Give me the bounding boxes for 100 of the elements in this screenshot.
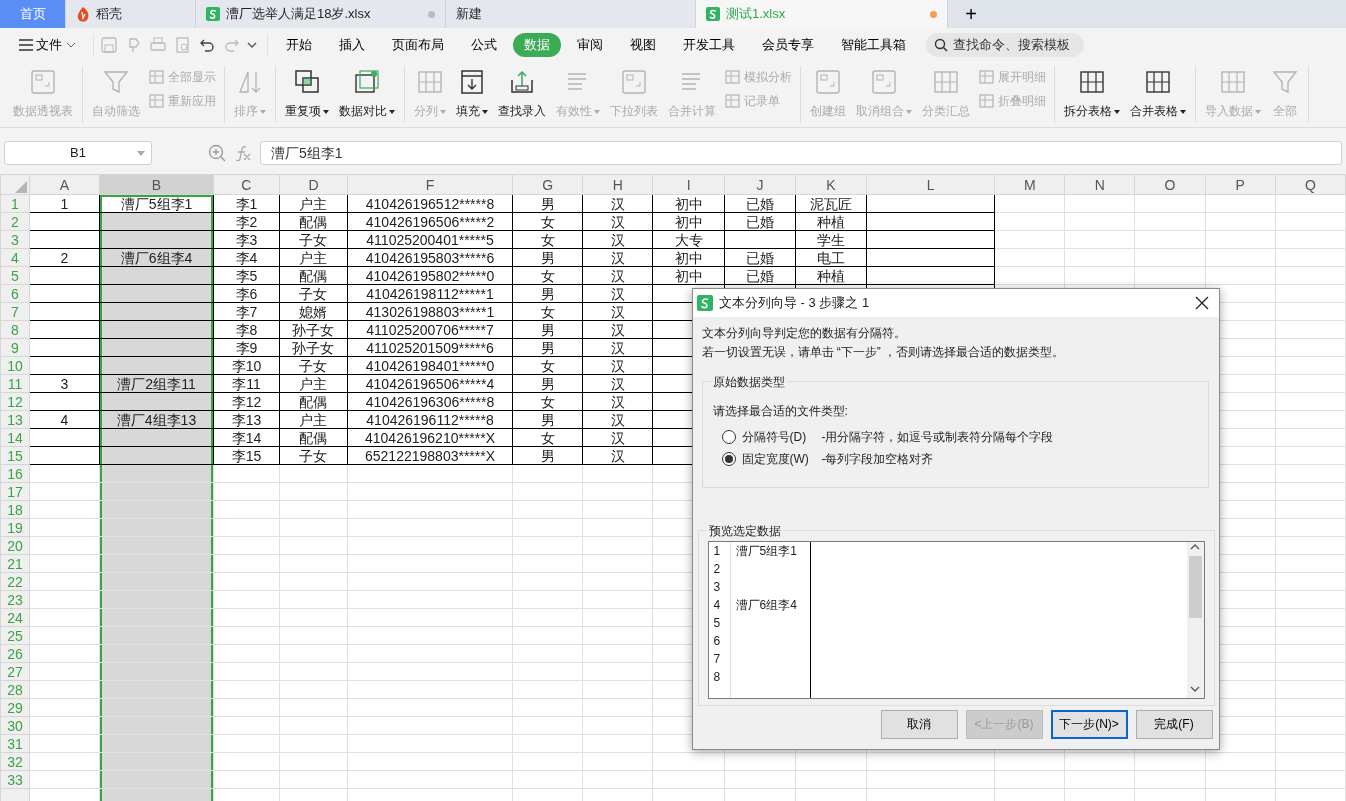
- column-header[interactable]: P: [1205, 174, 1276, 195]
- table-cell: 男: [512, 284, 583, 303]
- table-cell: 410426196506*****2: [347, 212, 513, 231]
- radio-button[interactable]: [721, 451, 736, 466]
- table-cell: 汉: [582, 230, 653, 249]
- save-icon: [100, 36, 119, 54]
- table-cell: 411025200706*****7: [347, 320, 513, 339]
- column-header[interactable]: O: [1134, 174, 1206, 195]
- ribbon-tab[interactable]: 开始: [274, 33, 323, 57]
- down-arrow-box-icon: [458, 68, 486, 96]
- line-number: 8: [713, 668, 722, 686]
- spreadsheet-icon: [697, 295, 713, 311]
- column-header[interactable]: I: [653, 174, 725, 195]
- table-cell: 泥瓦匠: [795, 194, 867, 213]
- ribbon-tab[interactable]: 会员专享: [750, 33, 825, 57]
- caret-button[interactable]: [247, 42, 258, 48]
- table-cell: 汉: [582, 392, 653, 411]
- toolbar-button[interactable]: 重复项: [282, 66, 332, 122]
- window-tab[interactable]: 新建: [446, 0, 696, 28]
- option-label[interactable]: 固定宽度(W): [741, 449, 812, 468]
- column-header[interactable]: L: [866, 174, 995, 195]
- save-button[interactable]: [100, 36, 119, 54]
- column-header[interactable]: M: [994, 174, 1065, 195]
- table-cell: 男: [512, 446, 583, 465]
- column-header[interactable]: F: [347, 174, 513, 195]
- table-icon: [149, 93, 165, 109]
- ribbon-tab[interactable]: 开发工具: [671, 33, 746, 57]
- dialog-title: 文本分列向导 - 3 步骤之 1: [719, 294, 870, 313]
- table-cell: 411025201509*****6: [347, 338, 513, 357]
- file-menu[interactable]: 文件: [8, 33, 87, 57]
- print-button[interactable]: [149, 36, 168, 54]
- window-tab[interactable]: 首页: [0, 0, 66, 28]
- table-cell: 李8: [213, 320, 280, 339]
- scroll-down-icon: [1190, 685, 1200, 694]
- preview-button[interactable]: [173, 36, 192, 54]
- column-header[interactable]: J: [724, 174, 796, 195]
- table-cell: 汉: [582, 194, 653, 213]
- table-cell: 男: [512, 410, 583, 429]
- column-header[interactable]: N: [1064, 174, 1135, 195]
- option-label[interactable]: 分隔符号(D): [741, 427, 812, 446]
- column-header[interactable]: Q: [1275, 174, 1346, 195]
- column-header[interactable]: D: [279, 174, 348, 195]
- table-cell: 汉: [582, 284, 653, 303]
- table-cell: 汉: [582, 410, 653, 429]
- window-tab[interactable]: 测试1.xlsx: [696, 0, 948, 28]
- funnel-icon: [102, 68, 130, 96]
- column-header[interactable]: C: [213, 174, 280, 195]
- dialog-button[interactable]: 下一步(N)>: [1050, 709, 1128, 739]
- formula-field[interactable]: 漕厂5组李1: [260, 141, 1342, 165]
- toolbar-button[interactable]: 合并表格: [1127, 66, 1189, 122]
- table-cell: 汉: [582, 356, 653, 375]
- table-cell: 子女: [279, 230, 348, 249]
- new-tab-button[interactable]: +: [948, 0, 994, 28]
- toolbar-button[interactable]: 数据对比: [336, 66, 398, 122]
- flame-icon: [76, 6, 90, 22]
- window-tab[interactable]: 漕厂选举人满足18岁.xlsx: [196, 0, 446, 28]
- table-cell: 女: [512, 356, 583, 375]
- option-description: -每列字段加空格对齐: [821, 450, 934, 468]
- column-header[interactable]: K: [795, 174, 867, 195]
- toolbar-button[interactable]: 填充: [453, 66, 491, 122]
- select-all-icon: [15, 180, 27, 193]
- toolbar-button[interactable]: 查找录入: [495, 66, 549, 122]
- window-tab[interactable]: 稻壳: [66, 0, 196, 28]
- table-cell: 李13: [213, 410, 280, 429]
- print-icon: [149, 36, 168, 54]
- table-cell: 410426195803*****6: [347, 248, 513, 267]
- table-icon: [979, 93, 995, 109]
- table-cell: 汉: [582, 212, 653, 231]
- toolbar-button[interactable]: 拆分表格: [1061, 66, 1123, 122]
- line-number: 1: [713, 542, 722, 560]
- column-header[interactable]: A: [29, 174, 100, 195]
- window-icon: [29, 68, 57, 96]
- dialog-button[interactable]: 取消: [880, 709, 958, 739]
- table-cell: 女: [512, 266, 583, 285]
- table-cell: 李7: [213, 302, 280, 321]
- column-header[interactable]: G: [512, 174, 583, 195]
- radio-button[interactable]: [721, 429, 736, 444]
- ribbon-tab[interactable]: 页面布局: [380, 33, 455, 57]
- scrollbar[interactable]: [1186, 541, 1204, 698]
- name-box[interactable]: B1: [4, 141, 152, 165]
- dialog-button[interactable]: 完成(F): [1135, 709, 1213, 739]
- table-cell: 汉: [582, 338, 653, 357]
- ribbon-tab[interactable]: 智能工具箱: [829, 33, 917, 57]
- ribbon-tab[interactable]: 审阅: [565, 33, 614, 57]
- ribbon-tab[interactable]: 公式: [459, 33, 508, 57]
- table-cell: 李3: [213, 230, 280, 249]
- table-cell: 男: [512, 338, 583, 357]
- column-header[interactable]: H: [582, 174, 653, 195]
- table-icon: [725, 69, 741, 85]
- ribbon-tab[interactable]: 插入: [327, 33, 376, 57]
- table-cell: 410426196306*****8: [347, 392, 513, 411]
- table-cell: 汉: [582, 446, 653, 465]
- ribbon-tab[interactable]: 视图: [618, 33, 667, 57]
- ribbon-tab[interactable]: 数据: [512, 33, 561, 57]
- caret-icon: [247, 42, 258, 48]
- table-cell: 子女: [279, 446, 348, 465]
- search-field[interactable]: 查找命令、搜索模板: [925, 33, 1084, 57]
- column-header[interactable]: B: [99, 174, 214, 195]
- menu-icon: [19, 39, 33, 51]
- table-cell: 初中: [653, 266, 725, 285]
